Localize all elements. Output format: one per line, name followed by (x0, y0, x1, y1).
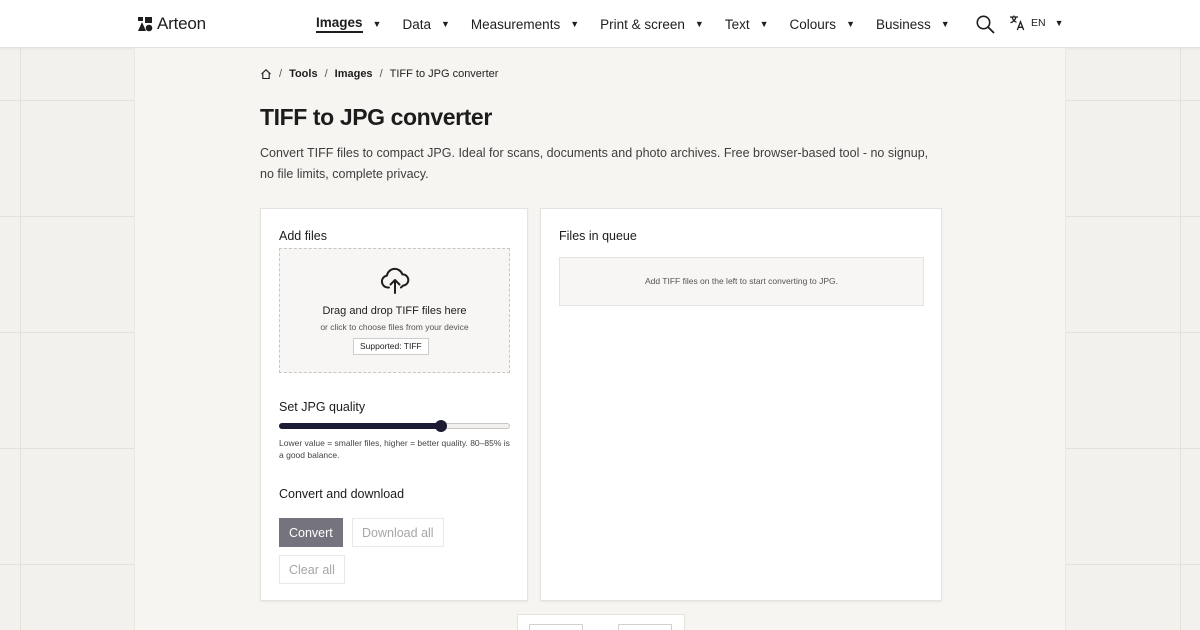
supported-formats-badge: Supported: TIFF (353, 338, 429, 355)
quality-heading: Set JPG quality (279, 400, 366, 414)
chevron-down-icon: ▼ (694, 19, 704, 29)
home-icon[interactable] (260, 68, 272, 80)
brand-name: Arteon (157, 14, 206, 33)
nav-item-label: Images (316, 15, 363, 33)
quality-hint: Lower value = smaller files, higher = be… (279, 438, 510, 460)
dropzone-subtitle: or click to choose files from your devic… (320, 322, 469, 332)
file-queue-card: Files in queue Add TIFF files on the lef… (540, 208, 942, 601)
main-content: / Tools / Images / TIFF to JPG converter… (134, 48, 1066, 630)
download-all-button[interactable]: Download all (352, 518, 444, 547)
clear-all-button[interactable]: Clear all (279, 555, 345, 584)
slider-fill (279, 423, 441, 429)
convert-download-heading: Convert and download (279, 487, 405, 501)
nav-item-business[interactable]: Business ▼ (876, 17, 950, 32)
search-icon[interactable] (975, 14, 995, 34)
main-nav: Images ▼ Data ▼ Measurements ▼ Print & s… (316, 0, 971, 48)
breadcrumb-separator: / (379, 68, 383, 80)
nav-item-colours[interactable]: Colours ▼ (790, 17, 855, 32)
breadcrumb-tools[interactable]: Tools (289, 68, 318, 80)
jpg-quality-slider[interactable] (279, 420, 510, 432)
chevron-down-icon: ▼ (570, 19, 580, 29)
converter-controls-card: Add files Drag and drop TIFF files here … (260, 208, 528, 601)
add-files-heading: Add files (279, 229, 327, 243)
nav-item-label: Colours (789, 16, 837, 32)
convert-button[interactable]: Convert (279, 518, 343, 547)
nav-item-print-screen[interactable]: Print & screen ▼ (600, 17, 704, 32)
brand-logo-icon (138, 17, 153, 32)
cloud-upload-icon (380, 267, 410, 294)
nav-item-label: Data (402, 16, 431, 32)
bottom-control-left[interactable] (529, 624, 583, 630)
dropzone-title: Drag and drop TIFF files here (322, 305, 467, 317)
nav-item-label: Print & screen (600, 16, 685, 32)
nav-item-label: Business (875, 16, 931, 32)
page-title: TIFF to JPG converter (260, 104, 492, 130)
file-dropzone[interactable]: Drag and drop TIFF files here or click t… (279, 248, 510, 373)
nav-item-text[interactable]: Text ▼ (725, 17, 769, 32)
chevron-down-icon: ▼ (940, 19, 950, 29)
chevron-down-icon: ▼ (440, 19, 450, 29)
nav-item-label: Measurements (470, 16, 561, 32)
nav-item-measurements[interactable]: Measurements ▼ (471, 17, 579, 32)
chevron-down-icon: ▼ (372, 19, 382, 29)
breadcrumb-separator: / (324, 68, 328, 80)
queue-heading: Files in queue (559, 229, 637, 243)
chevron-down-icon: ▼ (1054, 17, 1064, 28)
nav-item-label: Text (724, 16, 750, 32)
top-navigation-bar: Arteon Images ▼ Data ▼ Measurements ▼ Pr… (0, 0, 1200, 48)
language-selector[interactable]: EN ▼ (1009, 14, 1064, 31)
breadcrumb-current: TIFF to JPG converter (389, 68, 499, 80)
nav-item-images[interactable]: Images ▼ (316, 15, 381, 33)
nav-item-data[interactable]: Data ▼ (402, 17, 449, 32)
language-label: EN (1031, 16, 1046, 29)
breadcrumb-images[interactable]: Images (335, 68, 373, 80)
translate-icon (1010, 15, 1025, 31)
queue-empty-state: Add TIFF files on the left to start conv… (559, 257, 924, 306)
page-description: Convert TIFF files to compact JPG. Ideal… (260, 146, 929, 181)
bottom-control-right[interactable] (618, 624, 672, 630)
bottom-controls (517, 614, 685, 630)
breadcrumb-separator: / (279, 68, 283, 80)
brand-logo-link[interactable]: Arteon (137, 14, 206, 34)
chevron-down-icon: ▼ (846, 19, 855, 29)
breadcrumb: / Tools / Images / TIFF to JPG converter (260, 68, 498, 80)
slider-thumb[interactable] (434, 420, 447, 432)
chevron-down-icon: ▼ (759, 19, 769, 29)
